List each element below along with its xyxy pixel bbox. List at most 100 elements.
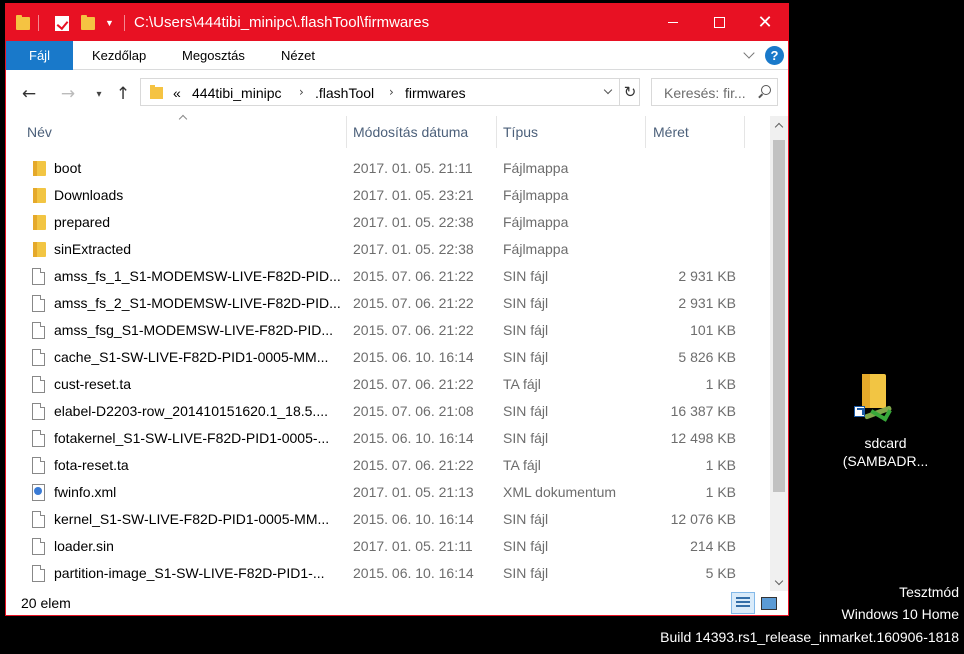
address-dropdown-icon[interactable] bbox=[603, 87, 615, 97]
file-name: amss_fs_1_S1-MODEMSW-LIVE-F82D-PID... bbox=[54, 268, 341, 284]
file-row[interactable]: elabel-D2203-row_201410151620.1_18.5....… bbox=[6, 398, 768, 425]
file-row[interactable]: amss_fsg_S1-MODEMSW-LIVE-F82D-PID... 2015… bbox=[6, 317, 768, 344]
file-row[interactable]: fota-reset.ta 2015. 07. 06. 21:22 TA fájl 1… bbox=[6, 452, 768, 479]
vertical-scrollbar[interactable] bbox=[770, 116, 788, 591]
search-box[interactable]: Keresés: fir... bbox=[651, 78, 778, 106]
scroll-up-arrow-icon[interactable] bbox=[770, 116, 788, 133]
column-divider[interactable] bbox=[744, 116, 745, 148]
file-row[interactable]: prepared 2017. 01. 05. 22:38 Fájlmappa bbox=[6, 209, 768, 236]
file-type: SIN fájl bbox=[503, 403, 549, 419]
breadcrumb-separator-icon[interactable]: › bbox=[389, 85, 394, 99]
tab-file[interactable]: Fájl bbox=[6, 41, 73, 70]
column-header-type[interactable]: Típus bbox=[503, 116, 643, 148]
up-arrow-icon[interactable]: ↑ bbox=[110, 83, 136, 105]
file-date: 2015. 06. 10. 16:14 bbox=[353, 430, 474, 446]
file-row[interactable]: amss_fs_2_S1-MODEMSW-LIVE-F82D-PID... 201… bbox=[6, 290, 768, 317]
file-size: 1 KB bbox=[705, 484, 736, 500]
column-header-name[interactable]: Név bbox=[27, 116, 337, 148]
column-divider[interactable] bbox=[645, 116, 646, 148]
column-header-size[interactable]: Méret bbox=[653, 116, 743, 148]
file-type: TA fájl bbox=[503, 376, 541, 392]
maximize-button[interactable] bbox=[696, 4, 742, 41]
breadcrumb-overflow[interactable]: « bbox=[173, 85, 181, 101]
folder-icon bbox=[33, 188, 46, 203]
breadcrumb-separator-icon[interactable]: › bbox=[299, 85, 304, 99]
file-icon bbox=[32, 349, 45, 366]
desktop-shortcut-sdcard[interactable] bbox=[852, 370, 892, 430]
file-type: Fájlmappa bbox=[503, 214, 569, 230]
tab-view[interactable]: Nézet bbox=[281, 41, 315, 70]
file-size bbox=[626, 182, 736, 209]
new-folder-icon[interactable] bbox=[81, 13, 95, 33]
file-row[interactable]: fwinfo.xml 2017. 01. 05. 21:13 XML dokumen… bbox=[6, 479, 768, 506]
large-icons-view-icon[interactable] bbox=[759, 593, 779, 613]
details-view-icon[interactable] bbox=[731, 592, 755, 614]
file-row[interactable]: boot 2017. 01. 05. 21:11 Fájlmappa bbox=[6, 155, 768, 182]
file-icon bbox=[32, 268, 45, 285]
tab-share[interactable]: Megosztás bbox=[182, 41, 245, 70]
file-name: kernel_S1-SW-LIVE-F82D-PID1-0005-MM... bbox=[54, 511, 330, 527]
file-size: 101 KB bbox=[690, 322, 736, 338]
windows-edition-watermark: Windows 10 Home bbox=[841, 606, 960, 622]
file-row[interactable]: cust-reset.ta 2015. 07. 06. 21:22 TA fájl 1… bbox=[6, 371, 768, 398]
file-size: 1 KB bbox=[705, 376, 736, 392]
file-size: 12 498 KB bbox=[670, 430, 736, 446]
file-row[interactable]: cache_S1-SW-LIVE-F82D-PID1-0005-MM... 201… bbox=[6, 344, 768, 371]
file-date: 2015. 06. 10. 16:14 bbox=[353, 511, 474, 527]
ribbon-expand-chevron-icon[interactable] bbox=[742, 48, 756, 62]
scroll-thumb[interactable] bbox=[773, 140, 785, 492]
file-date: 2017. 01. 05. 23:21 bbox=[353, 187, 474, 203]
folder-icon bbox=[33, 215, 46, 230]
column-divider[interactable] bbox=[346, 116, 347, 148]
file-name: fota-reset.ta bbox=[54, 457, 129, 473]
scroll-down-arrow-icon[interactable] bbox=[770, 574, 788, 591]
file-name: amss_fs_2_S1-MODEMSW-LIVE-F82D-PID... bbox=[54, 295, 341, 311]
breadcrumb-firmwares[interactable]: firmwares bbox=[405, 85, 466, 101]
file-row[interactable]: loader.sin 2017. 01. 05. 21:11 SIN fájl 214… bbox=[6, 533, 768, 560]
file-icon bbox=[32, 565, 45, 582]
file-row[interactable]: amss_fs_1_S1-MODEMSW-LIVE-F82D-PID... 201… bbox=[6, 263, 768, 290]
file-date: 2015. 06. 10. 16:14 bbox=[353, 349, 474, 365]
tab-home[interactable]: Kezdőlap bbox=[92, 41, 146, 70]
breadcrumb-user[interactable]: 444tibi_minipc bbox=[192, 85, 282, 101]
title-bar[interactable]: ▼ C:\Users\444tibi_minipc\.flashTool\fir… bbox=[6, 4, 788, 41]
shortcut-arrow-icon bbox=[854, 406, 865, 417]
back-arrow-icon[interactable]: ← bbox=[16, 83, 42, 105]
file-size: 214 KB bbox=[690, 538, 736, 554]
file-row[interactable]: Downloads 2017. 01. 05. 23:21 Fájlmappa bbox=[6, 182, 768, 209]
address-bar[interactable]: « 444tibi_minipc › .flashTool › firmware… bbox=[140, 78, 640, 106]
column-divider[interactable] bbox=[496, 116, 497, 148]
help-icon[interactable]: ? bbox=[765, 46, 784, 65]
breadcrumb-flashtool[interactable]: .flashTool bbox=[315, 85, 374, 101]
desktop-shortcut-label[interactable]: sdcard (SAMBADR... bbox=[828, 434, 943, 470]
file-row[interactable]: kernel_S1-SW-LIVE-F82D-PID1-0005-MM... 20… bbox=[6, 506, 768, 533]
file-icon bbox=[32, 376, 45, 393]
file-icon bbox=[32, 430, 45, 447]
recent-locations-chevron-icon[interactable]: ▾ bbox=[86, 83, 112, 105]
app-folder-icon[interactable] bbox=[16, 13, 30, 33]
forward-arrow-icon[interactable]: → bbox=[55, 83, 81, 105]
file-type: SIN fájl bbox=[503, 322, 549, 338]
file-name: boot bbox=[54, 160, 82, 176]
close-button[interactable]: ✕ bbox=[742, 4, 788, 41]
quick-access-dropdown-icon[interactable]: ▼ bbox=[105, 13, 114, 33]
properties-check-icon[interactable] bbox=[55, 13, 69, 33]
file-type: SIN fájl bbox=[503, 349, 549, 365]
file-name: amss_fsg_S1-MODEMSW-LIVE-F82D-PID... bbox=[54, 322, 334, 338]
file-date: 2017. 01. 05. 21:11 bbox=[353, 538, 473, 554]
file-date: 2017. 01. 05. 21:11 bbox=[353, 160, 473, 176]
column-header-date[interactable]: Módosítás dátuma bbox=[353, 116, 493, 148]
file-row[interactable]: fotakernel_S1-SW-LIVE-F82D-PID1-0005-...… bbox=[6, 425, 768, 452]
search-input[interactable]: Keresés: fir... bbox=[664, 85, 752, 101]
file-name: cust-reset.ta bbox=[54, 376, 132, 392]
file-size: 16 387 KB bbox=[670, 403, 736, 419]
file-icon bbox=[32, 322, 45, 339]
network-folder-icon bbox=[862, 374, 886, 408]
file-name: loader.sin bbox=[54, 538, 114, 554]
file-row[interactable]: sinExtracted 2017. 01. 05. 22:38 Fájlmappa bbox=[6, 236, 768, 263]
file-row[interactable]: partition-image_S1-SW-LIVE-F82D-PID1-...… bbox=[6, 560, 768, 587]
search-icon[interactable] bbox=[757, 85, 771, 99]
refresh-icon[interactable]: ↻ bbox=[619, 79, 640, 105]
minimize-button[interactable] bbox=[650, 4, 696, 41]
file-name: elabel-D2203-row_201410151620.1_18.5.... bbox=[54, 403, 328, 419]
